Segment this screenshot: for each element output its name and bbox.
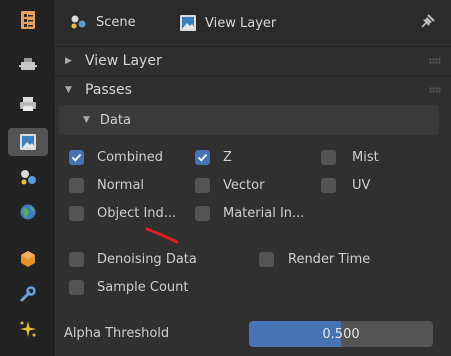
expanded-arrow-icon: ▼ [65,84,72,95]
drag-handle-icon[interactable] [429,58,441,64]
combined-label: Combined [97,150,164,165]
vector-checkbox[interactable]: Vector [195,178,264,193]
material-index-label: Material In... [223,206,305,221]
material-index-checkbox[interactable]: Material In... [195,206,304,221]
scene-label: Scene [96,14,136,30]
scene-icon [21,170,36,185]
mist-checkbox[interactable]: Mist [321,150,379,165]
normal-label: Normal [97,178,145,193]
view-layer-tab[interactable] [8,128,48,156]
output-icon [20,97,36,111]
sample-count-checkbox[interactable]: Sample Count [69,280,188,295]
render-tab[interactable] [8,50,48,78]
tool-tab[interactable] [8,6,48,34]
modifier-tab[interactable] [8,280,48,308]
properties-editor: Scene View Layer ▶ View Layer ▼ Passes ▼… [55,0,451,356]
particles-icon [20,321,36,337]
view-layer-context[interactable]: View Layer [179,14,276,32]
view-layer-label: View Layer [205,15,277,31]
passes-panel-title: Passes [85,81,132,98]
sample-count-label: Sample Count [97,280,189,295]
pin-button[interactable] [419,12,437,34]
vector-label: Vector [223,178,265,193]
object-index-checkbox[interactable]: Object Ind... [69,206,176,221]
checkbox-box[interactable] [69,206,84,221]
passes-panel-header[interactable]: ▼ Passes [55,75,451,103]
alpha-threshold-value: 0.500 [322,326,360,342]
context-header: Scene View Layer [55,0,451,44]
scene-context[interactable]: Scene [68,14,136,30]
checkbox-box[interactable] [259,252,274,267]
expanded-arrow-icon: ▼ [83,115,90,125]
alpha-threshold-label: Alpha Threshold [64,326,170,341]
alpha-threshold-slider[interactable]: 0.500 [249,321,433,347]
view-layer-panel-header[interactable]: ▶ View Layer [55,46,451,74]
normal-checkbox[interactable]: Normal [69,178,144,193]
particles-tab[interactable] [8,315,48,343]
checkmark-icon [71,153,82,162]
render-icon [19,58,37,70]
denoising-data-label: Denoising Data [97,252,197,267]
checkbox-box[interactable] [69,280,84,295]
view-layer-icon [180,15,196,31]
properties-tab-bar [0,0,54,356]
output-tab[interactable] [8,90,48,118]
denoising-data-checkbox[interactable]: Denoising Data [69,252,197,267]
world-icon [20,204,36,220]
checkmark-icon [197,153,208,162]
checkbox-box[interactable] [69,178,84,193]
object-index-label: Object Ind... [97,206,177,221]
render-time-checkbox[interactable]: Render Time [259,252,370,267]
checkbox-box[interactable] [195,206,210,221]
checkbox-box[interactable] [195,150,210,165]
pin-icon [421,14,435,28]
red-annotation-stroke [145,227,179,244]
checkbox-box[interactable] [69,252,84,267]
data-subpanel-header[interactable]: ▼ Data [59,105,439,135]
object-tab[interactable] [8,245,48,273]
object-icon [21,251,35,267]
combined-checkbox[interactable]: Combined [69,150,163,165]
checkbox-box[interactable] [321,150,336,165]
view-layer-icon [20,134,36,150]
z-checkbox[interactable]: Z [195,150,232,165]
collapsed-arrow-icon: ▶ [65,55,72,66]
render-time-label: Render Time [288,252,371,267]
z-label: Z [223,150,232,165]
view-layer-panel-title: View Layer [85,52,162,69]
tool-icon [21,11,35,29]
checkbox-box[interactable] [69,150,84,165]
checkbox-box[interactable] [321,178,336,193]
checkbox-box[interactable] [195,178,210,193]
data-subpanel-title: Data [99,112,131,128]
modifier-icon [20,286,36,302]
scene-tab[interactable] [8,163,48,191]
world-tab[interactable] [8,198,48,226]
drag-handle-icon[interactable] [429,87,441,93]
mist-label: Mist [352,150,379,165]
scene-icon [71,15,86,29]
uv-checkbox[interactable]: UV [321,178,370,193]
uv-label: UV [352,178,371,193]
